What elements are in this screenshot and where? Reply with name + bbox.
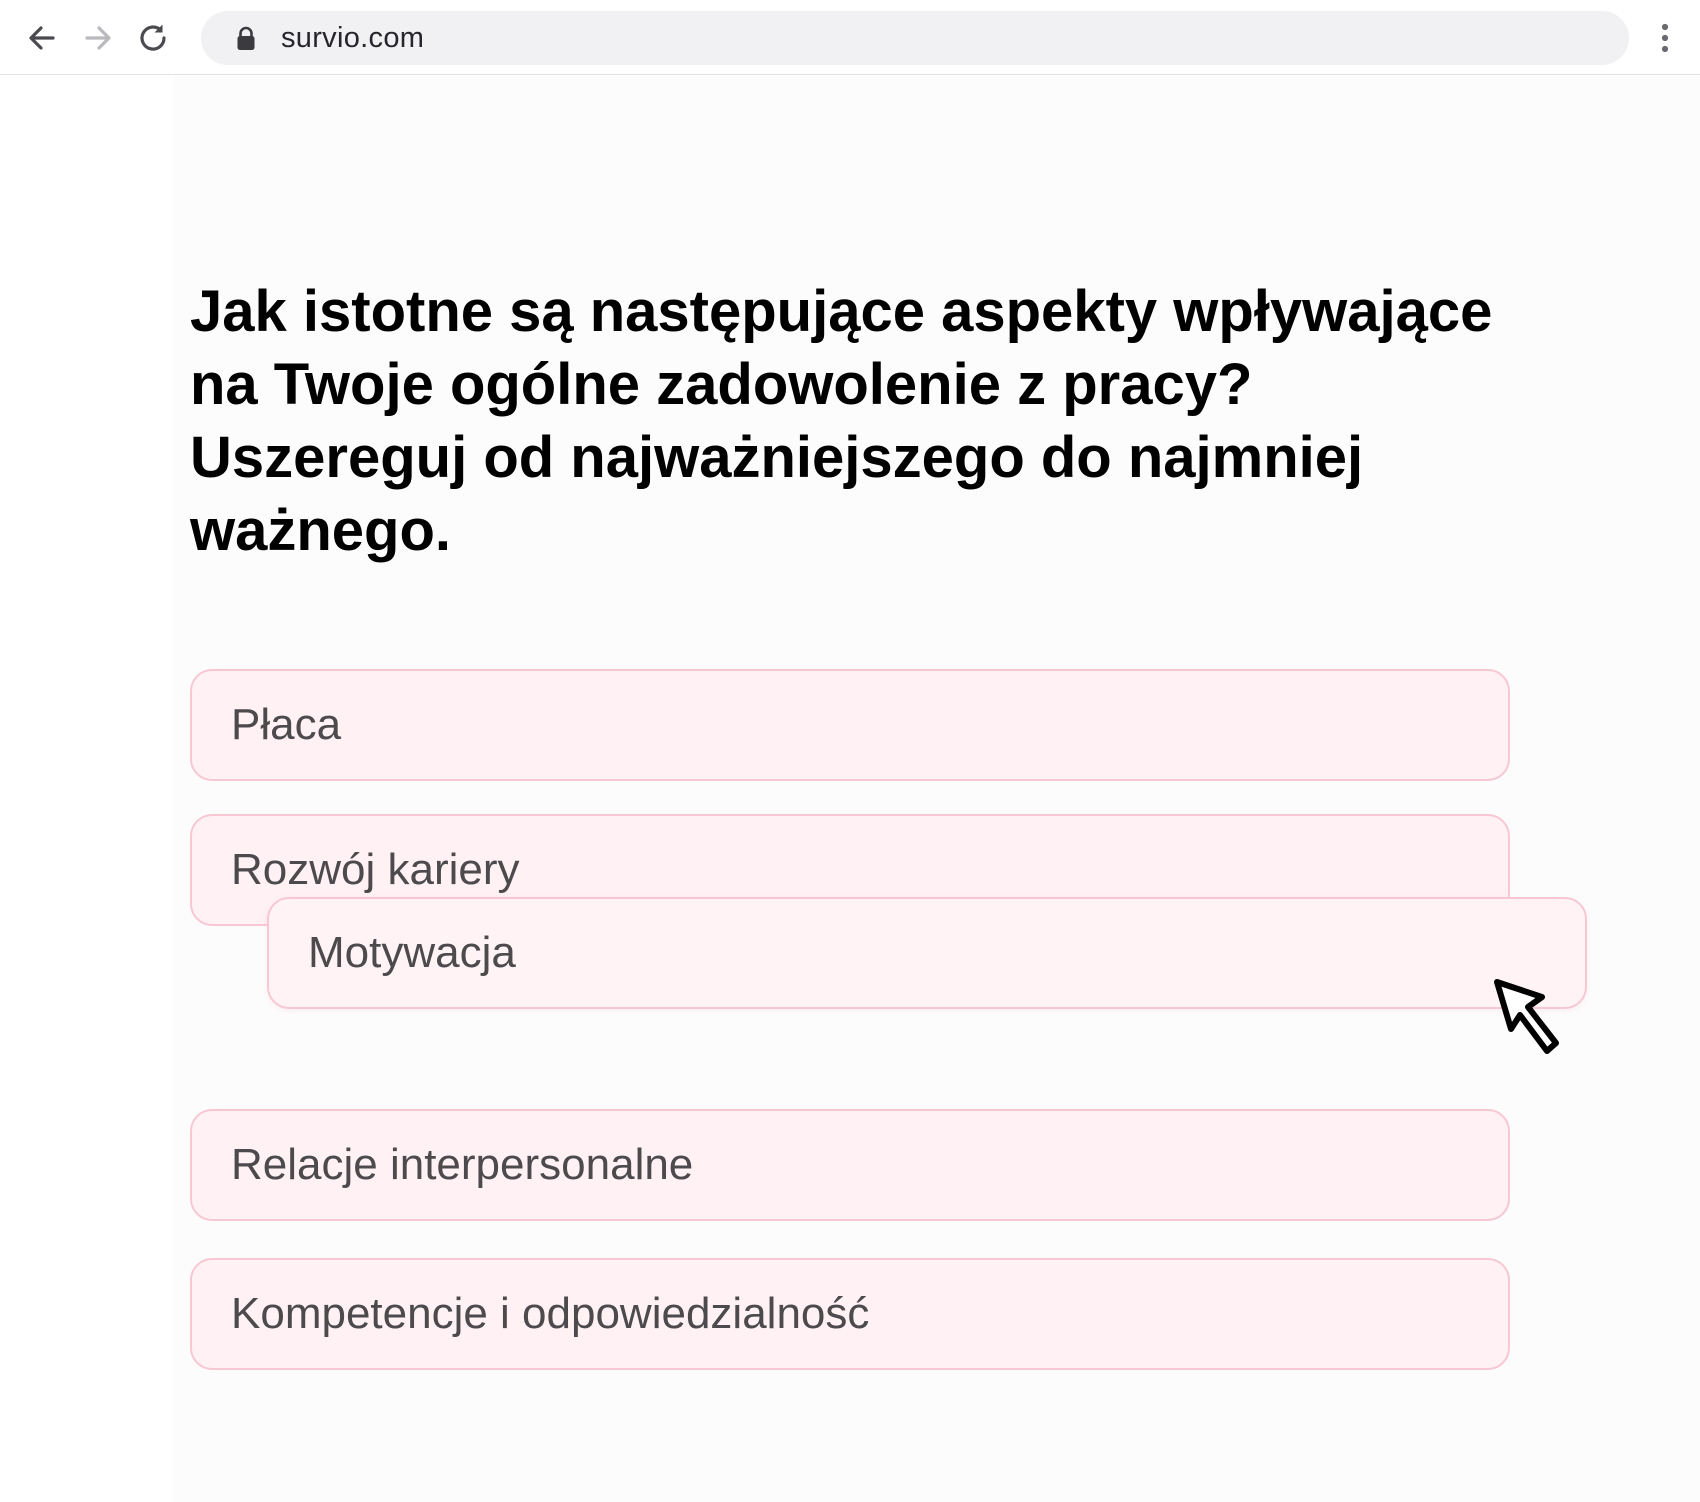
question-title: Jak istotne są następujące aspekty wpływ…	[190, 279, 1493, 563]
reload-button[interactable]	[131, 16, 175, 60]
reload-icon	[140, 24, 166, 51]
ranking-option-motywacja-dragging[interactable]: Motywacja	[267, 897, 1587, 1009]
browser-toolbar: survio.com	[0, 0, 1700, 75]
option-label: Rozwój kariery	[231, 845, 520, 894]
back-button[interactable]	[20, 16, 64, 60]
ranking-option-placa[interactable]: Płaca	[190, 669, 1510, 781]
browser-menu-button[interactable]	[1650, 16, 1680, 60]
forward-button[interactable]	[76, 16, 120, 60]
option-label: Motywacja	[308, 928, 516, 977]
ranking-option-relacje[interactable]: Relacje interpersonalne	[190, 1109, 1510, 1221]
lock-icon	[237, 26, 255, 50]
url-text[interactable]: survio.com	[281, 11, 424, 65]
mouse-pointer-icon	[1494, 979, 1559, 1054]
arrow-left-icon	[29, 26, 55, 50]
address-bar[interactable]: survio.com	[201, 11, 1629, 65]
ranking-option-kompetencje[interactable]: Kompetencje i odpowiedzialność	[190, 1258, 1510, 1370]
option-label: Płaca	[231, 700, 342, 749]
vertical-dots-icon	[1661, 23, 1669, 53]
arrow-right-icon	[85, 26, 111, 50]
option-label: Relacje interpersonalne	[231, 1140, 694, 1189]
option-label: Kompetencje i odpowiedzialność	[231, 1289, 870, 1338]
